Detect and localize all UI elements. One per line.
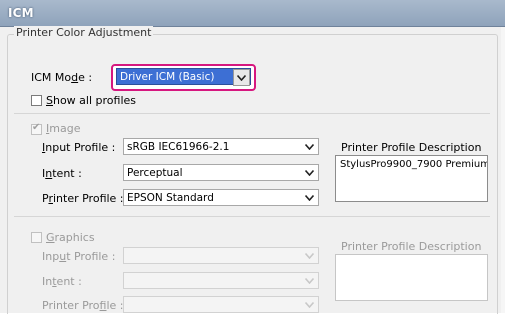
graphics-description-label: Printer Profile Description — [341, 240, 482, 253]
separator — [14, 216, 490, 217]
graphics-input-profile-dropdown[interactable] — [123, 247, 319, 264]
graphics-checkbox[interactable] — [31, 232, 42, 243]
input-profile-dropdown[interactable]: sRGB IEC61966-2.1 — [123, 138, 319, 155]
show-all-profiles-checkbox[interactable] — [31, 95, 42, 106]
image-label: Image — [46, 122, 80, 135]
chevron-down-icon[interactable] — [302, 274, 317, 287]
graphics-printer-profile-label-part: ile : — [106, 299, 124, 312]
printer-profile-value: EPSON Standard — [127, 192, 214, 204]
icm-mode-label-part: ICM Mo — [31, 71, 72, 84]
show-all-profiles-access-key: S — [46, 94, 53, 107]
show-all-profiles-label[interactable]: Show all profiles — [46, 94, 136, 107]
chevron-down-icon[interactable] — [302, 166, 317, 179]
image-checkbox[interactable]: ✔ — [31, 122, 42, 135]
window-title: ICM — [8, 6, 34, 20]
checkmark-icon: ✔ — [32, 122, 41, 133]
chevron-down-icon[interactable] — [302, 249, 317, 262]
chevron-down-icon[interactable] — [302, 191, 317, 204]
graphics-input-profile-label-part: t Profile : — [66, 250, 116, 263]
printer-profile-label-part: inter Profile : — [52, 192, 124, 205]
chevron-down-icon[interactable] — [233, 69, 250, 86]
intent-dropdown[interactable]: Perceptual — [123, 164, 319, 181]
graphics-input-profile-label: Input Profile : — [42, 250, 115, 263]
input-profile-label-part: nput Profile : — [45, 141, 116, 154]
printer-profile-dropdown[interactable]: EPSON Standard — [123, 189, 319, 206]
show-all-profiles-label-part: how all profiles — [52, 94, 137, 107]
intent-label: Intent : — [42, 167, 82, 180]
title-bar: ICM — [0, 0, 505, 27]
graphics-intent-label: Intent : — [42, 275, 82, 288]
graphics-intent-label-part: ent : — [56, 275, 82, 288]
image-description-label: Printer Profile Description — [341, 141, 482, 154]
graphics-access-key: G — [46, 231, 55, 244]
group-title: Printer Color Adjustment — [14, 26, 154, 39]
intent-value: Perceptual — [127, 167, 183, 179]
icm-mode-value: Driver ICM (Basic) — [120, 71, 215, 83]
right-edge — [501, 27, 505, 313]
graphics-intent-label-part: In — [42, 275, 53, 288]
icm-mode-label-part: e : — [78, 71, 93, 84]
chevron-down-icon[interactable] — [302, 140, 317, 153]
icm-mode-label: ICM Mode : — [31, 71, 92, 84]
graphics-input-profile-label-part: Inp — [42, 250, 60, 263]
graphics-label: Graphics — [46, 231, 95, 244]
chevron-down-icon[interactable] — [302, 298, 317, 311]
intent-label-part: tent : — [52, 167, 82, 180]
input-profile-label: Input Profile : — [42, 141, 115, 154]
graphics-printer-profile-label-part: Printer Pro — [42, 299, 100, 312]
graphics-printer-profile-dropdown[interactable] — [123, 296, 319, 313]
image-label-part: mage — [49, 122, 81, 135]
input-profile-value: sRGB IEC61966-2.1 — [127, 141, 230, 153]
image-description-value: StylusPro9900_7900 PremiumLu — [340, 159, 488, 170]
image-description-box: StylusPro9900_7900 PremiumLu — [335, 155, 488, 202]
graphics-description-box — [335, 254, 488, 301]
graphics-intent-dropdown[interactable] — [123, 272, 319, 289]
printer-profile-label: Printer Profile : — [42, 192, 124, 205]
graphics-printer-profile-label: Printer Profile : — [42, 299, 124, 312]
icm-mode-dropdown[interactable]: Driver ICM (Basic) — [116, 68, 251, 86]
separator — [14, 113, 490, 114]
graphics-label-part: raphics — [54, 231, 95, 244]
